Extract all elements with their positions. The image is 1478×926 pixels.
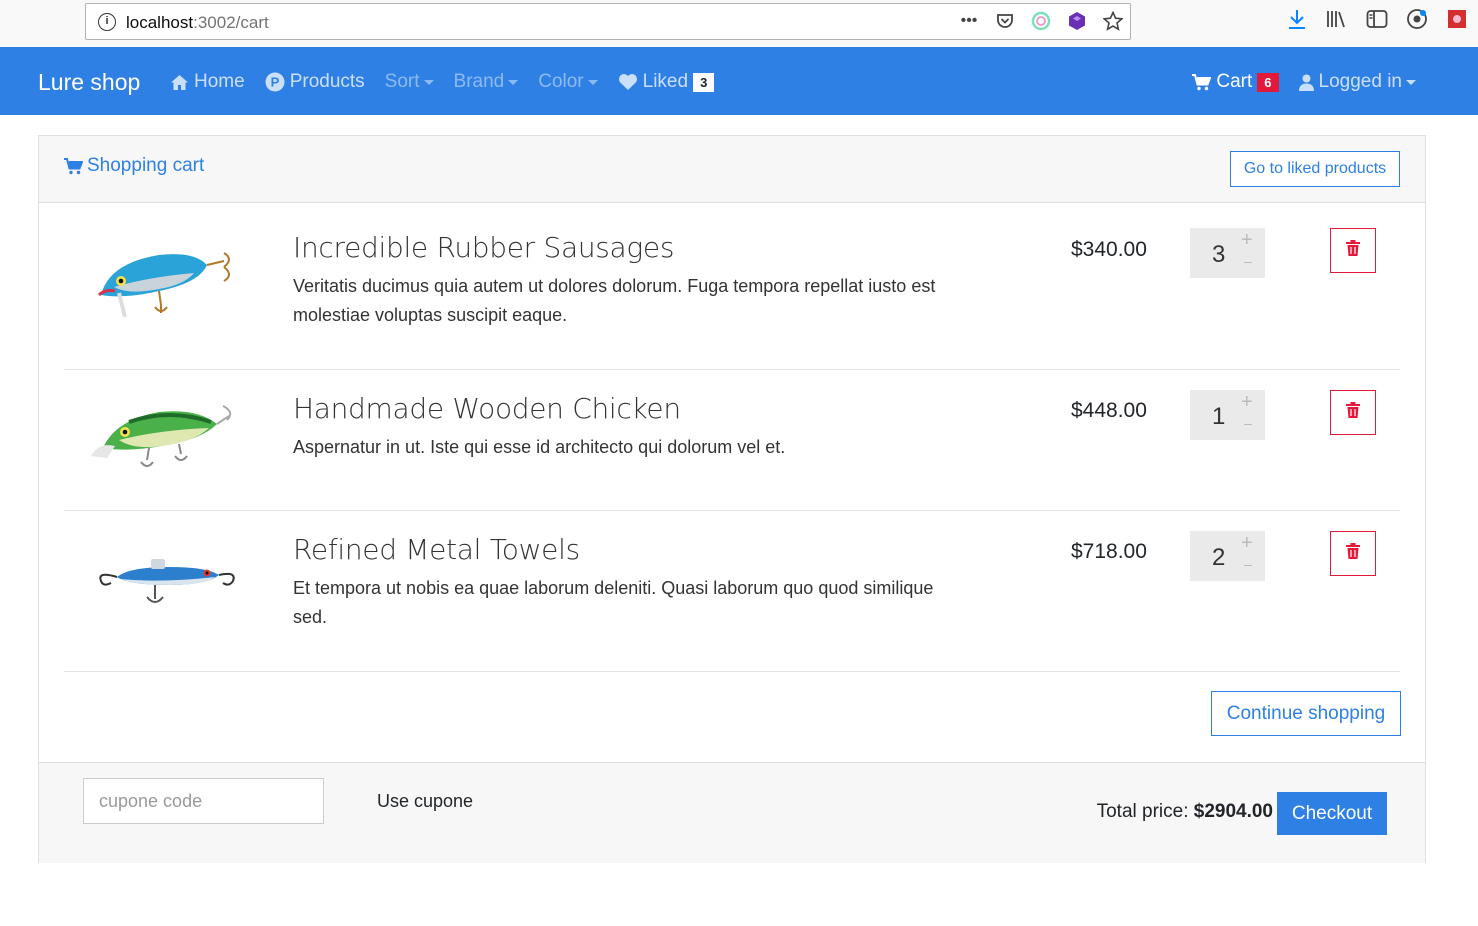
quantity-decrease-button[interactable]: – [1244,415,1252,431]
liked-count-badge: 3 [693,72,715,92]
cart-item: Incredible Rubber Sausages Veritatis duc… [64,203,1400,370]
extension-cube-icon[interactable] [1066,10,1088,32]
cart-icon [64,157,83,175]
extension-ring-icon[interactable] [1030,10,1052,32]
caret-down-icon [1406,79,1416,85]
use-coupon-button[interactable]: Use cupone [377,791,473,812]
heart-icon [618,73,638,91]
product-price: $340.00 [1071,238,1147,261]
nav-home-label: Home [194,71,245,92]
pocket-icon[interactable] [994,10,1016,32]
library-icon[interactable] [1326,8,1348,30]
product-description: Veritatis ducimus quia autem ut dolores … [293,276,936,325]
trash-icon [1346,240,1360,261]
quantity-increase-button[interactable]: + [1241,532,1253,555]
page-actions-icon[interactable]: ••• [958,10,980,32]
extension-red-icon[interactable] [1446,8,1468,30]
browser-toolbar: i localhost:3002/cart ••• [0,0,1478,47]
trash-icon [1346,402,1360,423]
address-bar[interactable]: i localhost:3002/cart ••• [85,3,1131,40]
nav-sort-label: Sort [384,71,420,92]
remove-item-button[interactable] [1330,228,1376,273]
navbar: Lure shop Home P Products Sort Brand Col… [0,47,1478,115]
continue-shopping-button[interactable]: Continue shopping [1211,691,1401,736]
cart-item: Refined Metal Towels Et tempora ut nobis… [64,511,1400,672]
quantity-value: 3 [1212,241,1226,268]
quantity-stepper[interactable]: 3 + – [1190,228,1265,278]
cart-item: Handmade Wooden Chicken Aspernatur in ut… [64,370,1400,511]
product-description: Et tempora ut nobis ea quae laborum dele… [293,578,934,627]
home-icon [170,74,189,91]
cart-count-badge: 6 [1257,72,1279,92]
coupon-code-input[interactable] [83,778,324,824]
card-header: Shopping cart Go to liked products [39,136,1425,203]
total-price-label: Total price: [1096,801,1189,822]
product-image [89,531,239,631]
account-icon[interactable] [1406,8,1428,30]
svg-text:P: P [270,75,279,90]
nav-color-dropdown[interactable]: Color [538,71,598,93]
card-footer: Use cupone Total price: $2904.00 Checkou… [39,762,1425,863]
product-price: $448.00 [1071,399,1147,422]
nav-home[interactable]: Home [170,71,245,93]
product-image [89,225,239,325]
nav-cart-label: Cart [1216,71,1253,92]
caret-down-icon [587,79,598,85]
nav-liked[interactable]: Liked 3 [618,71,715,93]
quantity-increase-button[interactable]: + [1241,391,1253,414]
trash-icon [1346,543,1360,564]
shopping-cart-card: Shopping cart Go to liked products Incre… [38,135,1426,863]
download-icon[interactable] [1286,8,1308,30]
remove-item-button[interactable] [1330,390,1376,435]
product-name[interactable]: Incredible Rubber Sausages [293,231,674,264]
nav-liked-label: Liked [642,71,689,92]
user-icon [1298,74,1314,91]
nav-brand-label: Brand [453,71,505,92]
card-title: Shopping cart [64,155,204,177]
site-info-icon[interactable]: i [98,13,116,31]
nav-products[interactable]: P Products [265,71,365,93]
product-image [89,390,239,490]
nav-brand-dropdown[interactable]: Brand [454,71,519,93]
checkout-button[interactable]: Checkout [1277,792,1387,835]
quantity-decrease-button[interactable]: – [1244,556,1252,572]
cart-icon [1192,73,1212,91]
quantity-value: 2 [1212,544,1226,571]
quantity-value: 1 [1212,403,1226,430]
nav-sort-dropdown[interactable]: Sort [385,71,434,93]
total-price: Total price: $2904.00 [1097,801,1273,823]
product-description: Aspernatur in ut. Iste qui esse id archi… [293,437,786,457]
go-to-liked-button[interactable]: Go to liked products [1230,151,1400,187]
url-text[interactable]: localhost:3002/cart [126,13,269,33]
total-price-value: $2904.00 [1193,801,1273,822]
product-price: $718.00 [1071,540,1147,563]
remove-item-button[interactable] [1330,531,1376,576]
bookmark-star-icon[interactable] [1102,10,1124,32]
caret-down-icon [508,79,519,85]
quantity-decrease-button[interactable]: – [1244,253,1252,269]
nav-user-label: Logged in [1318,71,1402,92]
quantity-stepper[interactable]: 2 + – [1190,531,1265,581]
product-name[interactable]: Refined Metal Towels [293,533,580,566]
product-hunt-icon: P [265,72,285,92]
quantity-increase-button[interactable]: + [1241,229,1253,252]
card-title-label: Shopping cart [87,155,205,176]
nav-user-dropdown[interactable]: Logged in [1298,71,1416,93]
caret-down-icon [423,79,434,85]
nav-products-label: Products [289,71,365,92]
nav-cart[interactable]: Cart 6 [1192,71,1279,93]
nav-color-label: Color [538,71,584,92]
sidebar-icon[interactable] [1366,8,1388,30]
quantity-stepper[interactable]: 1 + – [1190,390,1265,440]
brand-link[interactable]: Lure shop [38,69,140,96]
product-name[interactable]: Handmade Wooden Chicken [293,392,681,425]
